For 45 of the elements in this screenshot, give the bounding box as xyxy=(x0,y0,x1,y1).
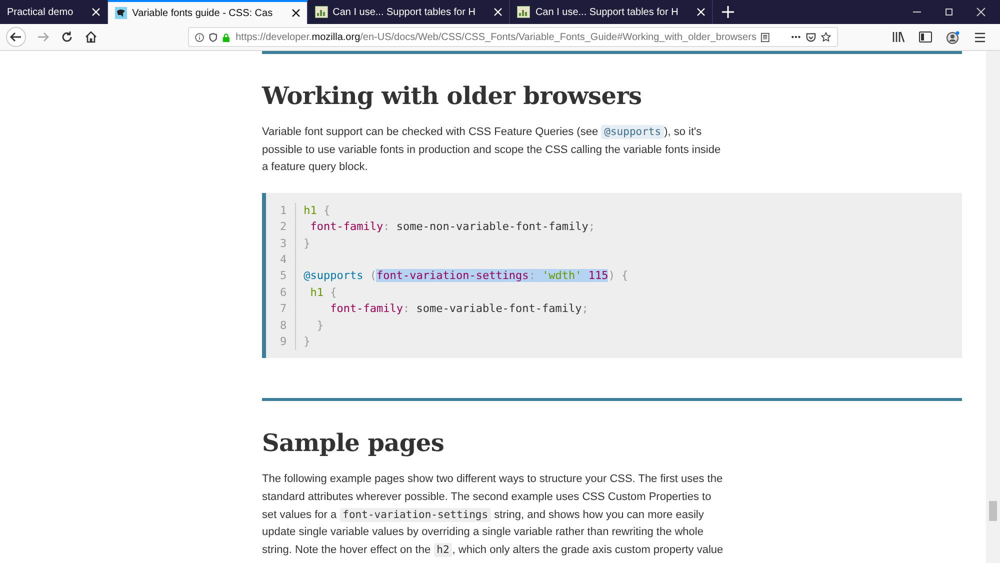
menu-icon[interactable] xyxy=(974,32,986,42)
code-line: } xyxy=(304,334,310,348)
chart-icon xyxy=(517,6,530,18)
library-icon[interactable] xyxy=(892,31,905,43)
restore-icon[interactable] xyxy=(944,7,954,17)
account-icon[interactable] xyxy=(946,30,960,44)
url-text: https://developer.mozilla.org/en-US/docs/Web/CSS/CSS_Fonts/Variable_Fonts_Guide#Working_with_older_browsers xyxy=(236,32,756,42)
code-line: h1 { xyxy=(304,204,330,217)
line-number: 2 xyxy=(280,219,287,236)
line-number: 9 xyxy=(280,334,287,350)
dinosaur-icon xyxy=(115,7,128,19)
info-icon xyxy=(195,32,204,42)
lock-icon xyxy=(222,32,231,42)
sidebar-icon[interactable] xyxy=(919,31,932,43)
home-icon[interactable] xyxy=(84,30,98,44)
more-icon[interactable] xyxy=(791,35,802,39)
code-line: font-family: some-variable-font-family; xyxy=(329,302,588,316)
browser-tab[interactable]: Variable fonts guide - CSS: Cas xyxy=(108,0,308,24)
reader-view-icon[interactable] xyxy=(761,32,770,42)
pocket-icon[interactable] xyxy=(806,32,816,42)
line-number: 5 xyxy=(280,268,287,284)
section-heading: Working with older browsers xyxy=(262,82,643,110)
paragraph: The following example pages show two different ways to structure your CSS. The first uses the standard attributes wherever possible. The second example uses CSS Custom Properties to set values for a font-variation-settings string, and shows how you can more easily update single variable values by overriding a single variable rather than rewriting the whole string. Note the hover effect on the h2 , which only alters the grade axis custom property value xyxy=(262,472,724,559)
code-line: @supports (font-variation-settings: 'wdth' 115) { xyxy=(304,269,628,282)
scrollbar[interactable] xyxy=(986,51,1000,563)
line-number: 7 xyxy=(280,301,287,318)
star-icon[interactable] xyxy=(821,31,831,43)
shield-icon xyxy=(209,32,218,42)
line-number: 3 xyxy=(280,236,287,252)
close-icon[interactable] xyxy=(292,9,300,17)
line-number: 4 xyxy=(280,252,287,268)
line-number: 8 xyxy=(280,318,287,334)
back-icon[interactable] xyxy=(6,27,26,47)
code-line: font-family: some-non-variable-font-family; xyxy=(309,220,596,234)
section-heading: Sample pages xyxy=(262,429,446,458)
address-bar[interactable]: https://developer.mozilla.org/en-US/docs/Web/CSS/CSS_Fonts/Variable_Fonts_Guide#Working_with_older_browsers xyxy=(188,27,838,47)
code-line: h1 { xyxy=(309,286,337,299)
line-number: 6 xyxy=(280,284,287,301)
reload-icon[interactable] xyxy=(60,30,74,44)
code-line: } xyxy=(316,318,324,332)
chart-icon xyxy=(314,6,328,18)
scroll-thumb[interactable] xyxy=(989,501,997,521)
paragraph: Variable font support can be checked with CSS Feature Queries (see @supports ), so it's possible to use variable fonts in production and scope the CSS calling the variable fonts inside a feature query block. xyxy=(262,124,722,176)
line-number: 1 xyxy=(280,202,287,219)
code-line: } xyxy=(304,236,310,250)
